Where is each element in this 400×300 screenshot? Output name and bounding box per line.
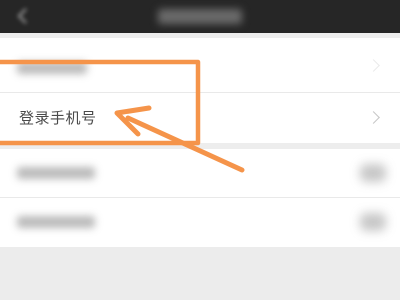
row-3-label <box>17 167 95 179</box>
page-title <box>158 9 242 24</box>
back-arrow-icon[interactable] <box>12 5 34 27</box>
chevron-right-icon <box>367 59 380 72</box>
top-nav-bar <box>0 0 400 33</box>
row-1-label <box>17 62 87 74</box>
row-4-label <box>17 216 95 228</box>
row-3-right-icon <box>360 164 386 182</box>
settings-row-1[interactable] <box>0 38 400 93</box>
settings-row-4[interactable] <box>0 198 400 247</box>
login-phone-label: 登录手机号 <box>19 109 97 127</box>
settings-row-3[interactable] <box>0 149 400 198</box>
empty-background <box>0 247 400 300</box>
settings-row-login-phone[interactable]: 登录手机号 <box>0 93 400 143</box>
chevron-right-icon <box>367 111 380 124</box>
row-4-right-icon <box>360 213 386 231</box>
